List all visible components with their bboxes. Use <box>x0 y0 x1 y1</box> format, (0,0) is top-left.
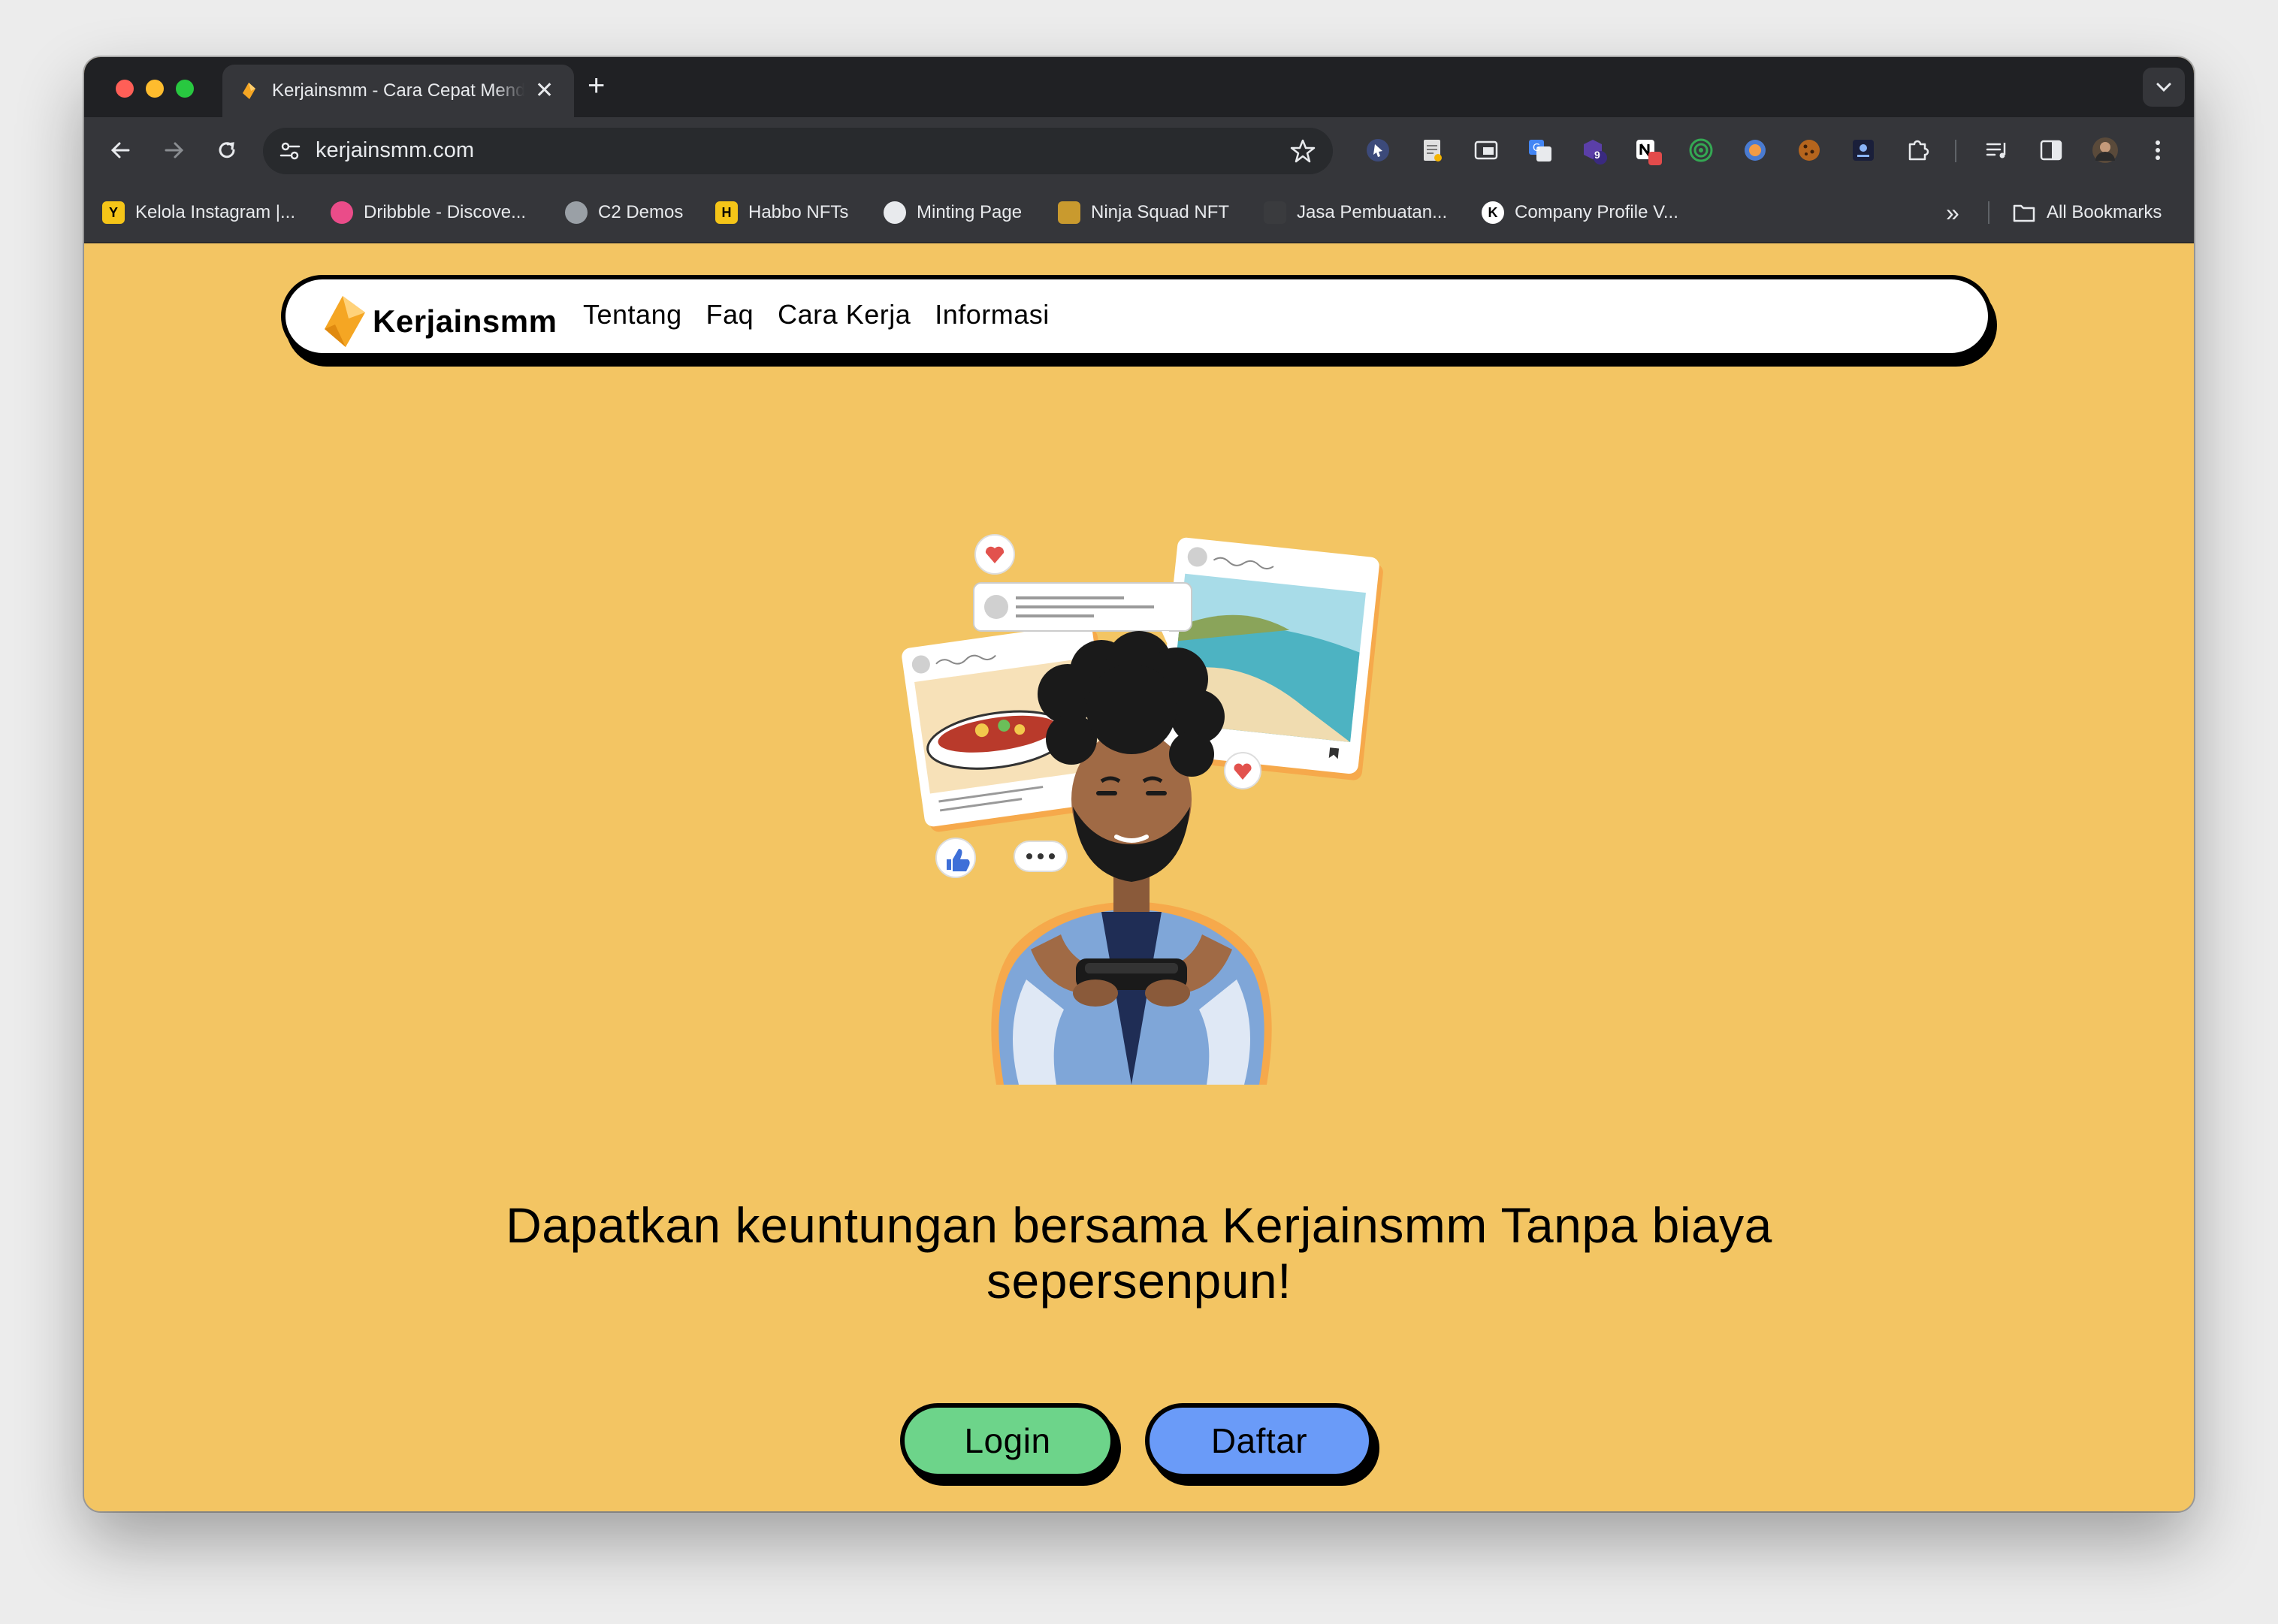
thumbs-up-bubble-icon <box>935 838 976 878</box>
bookmark-item[interactable]: Dribbble - Discove... <box>331 200 526 225</box>
forward-arrow-icon <box>165 142 184 158</box>
close-window-button[interactable] <box>116 80 134 98</box>
dribbble-icon <box>331 201 353 224</box>
typing-bubble-icon <box>1014 841 1068 872</box>
jasa-icon <box>1264 201 1286 224</box>
minimize-window-button[interactable] <box>146 80 164 98</box>
hero-headline: Dapatkan keuntungan bersama Kerjainsmm T… <box>506 1197 1772 1309</box>
hero-illustration <box>902 534 1383 1085</box>
toolbar-separator <box>1955 140 1956 162</box>
bookmarks-separator <box>1988 201 1989 224</box>
bookmark-star-icon[interactable] <box>1289 137 1316 165</box>
cookie-extension-icon[interactable] <box>1796 137 1823 164</box>
browser-toolbar: kerjainsmm.com G 9 <box>84 117 2194 183</box>
chevron-down-icon <box>2156 83 2171 92</box>
tab-title: Kerjainsmm - Cara Cepat Mendapatkan Uang <box>272 80 524 101</box>
picture-in-picture-icon[interactable] <box>1473 137 1500 164</box>
y-logo-icon: Y <box>102 201 125 224</box>
bookmark-item[interactable]: Y Kelola Instagram |... <box>102 200 295 225</box>
back-button[interactable] <box>105 135 135 165</box>
bookmarks-bar: Y Kelola Instagram |... Dribbble - Disco… <box>84 183 2194 243</box>
nav-link-informasi[interactable]: Informasi <box>935 299 1050 331</box>
purple-extension-icon[interactable]: 9 <box>1581 137 1608 165</box>
active-tab[interactable]: Kerjainsmm - Cara Cepat Mendapatkan Uang… <box>222 65 574 117</box>
reload-button[interactable] <box>212 135 242 165</box>
extension-badge: 9 <box>1594 149 1600 161</box>
login-button[interactable]: Login <box>900 1403 1115 1478</box>
profile-avatar[interactable] <box>2092 137 2119 164</box>
more-menu-icon[interactable] <box>2144 137 2171 164</box>
reload-icon <box>219 142 235 158</box>
dark-extension-icon[interactable] <box>1850 137 1877 164</box>
green-circle-extension-icon[interactable] <box>1687 137 1715 164</box>
tab-close-icon[interactable]: ✕ <box>535 80 554 102</box>
nav-link-faq[interactable]: Faq <box>706 299 754 331</box>
browser-window: Kerjainsmm - Cara Cepat Mendapatkan Uang… <box>84 57 2194 1511</box>
site-settings-icon[interactable] <box>278 139 302 163</box>
cursor-extension-icon[interactable] <box>1364 137 1391 164</box>
bookmark-item[interactable]: K Company Profile V... <box>1482 200 1678 225</box>
brand-name: Kerjainsmm <box>373 303 557 339</box>
bookmark-item[interactable]: Jasa Pembuatan... <box>1264 200 1447 225</box>
address-bar[interactable]: kerjainsmm.com <box>263 128 1333 174</box>
company-profile-icon: K <box>1482 201 1504 224</box>
bookmark-label: Minting Page <box>917 202 1023 222</box>
heart-bubble-icon <box>974 534 1015 575</box>
bookmark-label: Habbo NFTs <box>748 202 849 222</box>
kerjainsmm-logo-icon <box>325 296 365 347</box>
back-arrow-icon <box>110 142 130 158</box>
bookmark-item[interactable]: C2 Demos <box>565 200 683 225</box>
bookmark-label: C2 Demos <box>598 202 684 222</box>
document-extension-icon[interactable] <box>1418 137 1446 164</box>
all-bookmarks-button[interactable]: All Bookmarks <box>2012 200 2162 225</box>
bookmark-label: Jasa Pembuatan... <box>1297 202 1448 222</box>
tab-search-button[interactable] <box>2143 68 2185 107</box>
heart-bubble-icon <box>1224 752 1261 789</box>
folder-icon <box>2013 204 2035 222</box>
habbo-icon: H <box>715 201 738 224</box>
bookmark-item[interactable]: H Habbo NFTs <box>715 200 848 225</box>
notion-extension-icon[interactable] <box>1633 137 1662 165</box>
bookmark-label: Ninja Squad NFT <box>1091 202 1230 222</box>
media-controls-icon[interactable] <box>1983 137 2011 164</box>
register-button[interactable]: Daftar <box>1145 1403 1373 1478</box>
ninja-squad-icon <box>1058 201 1080 224</box>
bookmark-label: Kelola Instagram |... <box>135 202 295 222</box>
bookmarks-overflow-button[interactable]: » <box>1946 199 1959 226</box>
side-panel-icon[interactable] <box>2038 137 2065 164</box>
kerjainsmm-favicon-icon <box>243 83 255 99</box>
minting-icon <box>884 201 906 224</box>
bookmark-item[interactable]: Ninja Squad NFT <box>1058 200 1229 225</box>
nav-link-cara-kerja[interactable]: Cara Kerja <box>778 299 911 331</box>
nav-link-tentang[interactable]: Tentang <box>583 299 682 331</box>
extensions-puzzle-icon[interactable] <box>1904 137 1931 164</box>
google-translate-icon[interactable]: G <box>1527 137 1554 164</box>
fire-extension-icon[interactable] <box>1742 137 1769 164</box>
tab-strip: Kerjainsmm - Cara Cepat Mendapatkan Uang… <box>84 57 2194 117</box>
page-content: Kerjainsmm Tentang Faq Cara Kerja Inform… <box>84 243 2194 1511</box>
all-bookmarks-label: All Bookmarks <box>2047 202 2162 222</box>
globe-icon <box>565 201 588 224</box>
brand-logo[interactable]: Kerjainsmm <box>320 293 557 350</box>
svg-text:G: G <box>1533 143 1540 154</box>
site-navbar: Kerjainsmm Tentang Faq Cara Kerja Inform… <box>281 275 1992 358</box>
new-tab-button[interactable]: + <box>588 71 605 101</box>
maximize-window-button[interactable] <box>176 80 194 98</box>
bookmark-label: Company Profile V... <box>1515 202 1678 222</box>
url-text: kerjainsmm.com <box>316 138 475 162</box>
nav-links: Tentang Faq Cara Kerja Informasi <box>583 299 1074 331</box>
forward-button[interactable] <box>159 135 189 165</box>
bookmark-item[interactable]: Minting Page <box>884 200 1022 225</box>
bookmark-label: Dribbble - Discove... <box>364 202 527 222</box>
